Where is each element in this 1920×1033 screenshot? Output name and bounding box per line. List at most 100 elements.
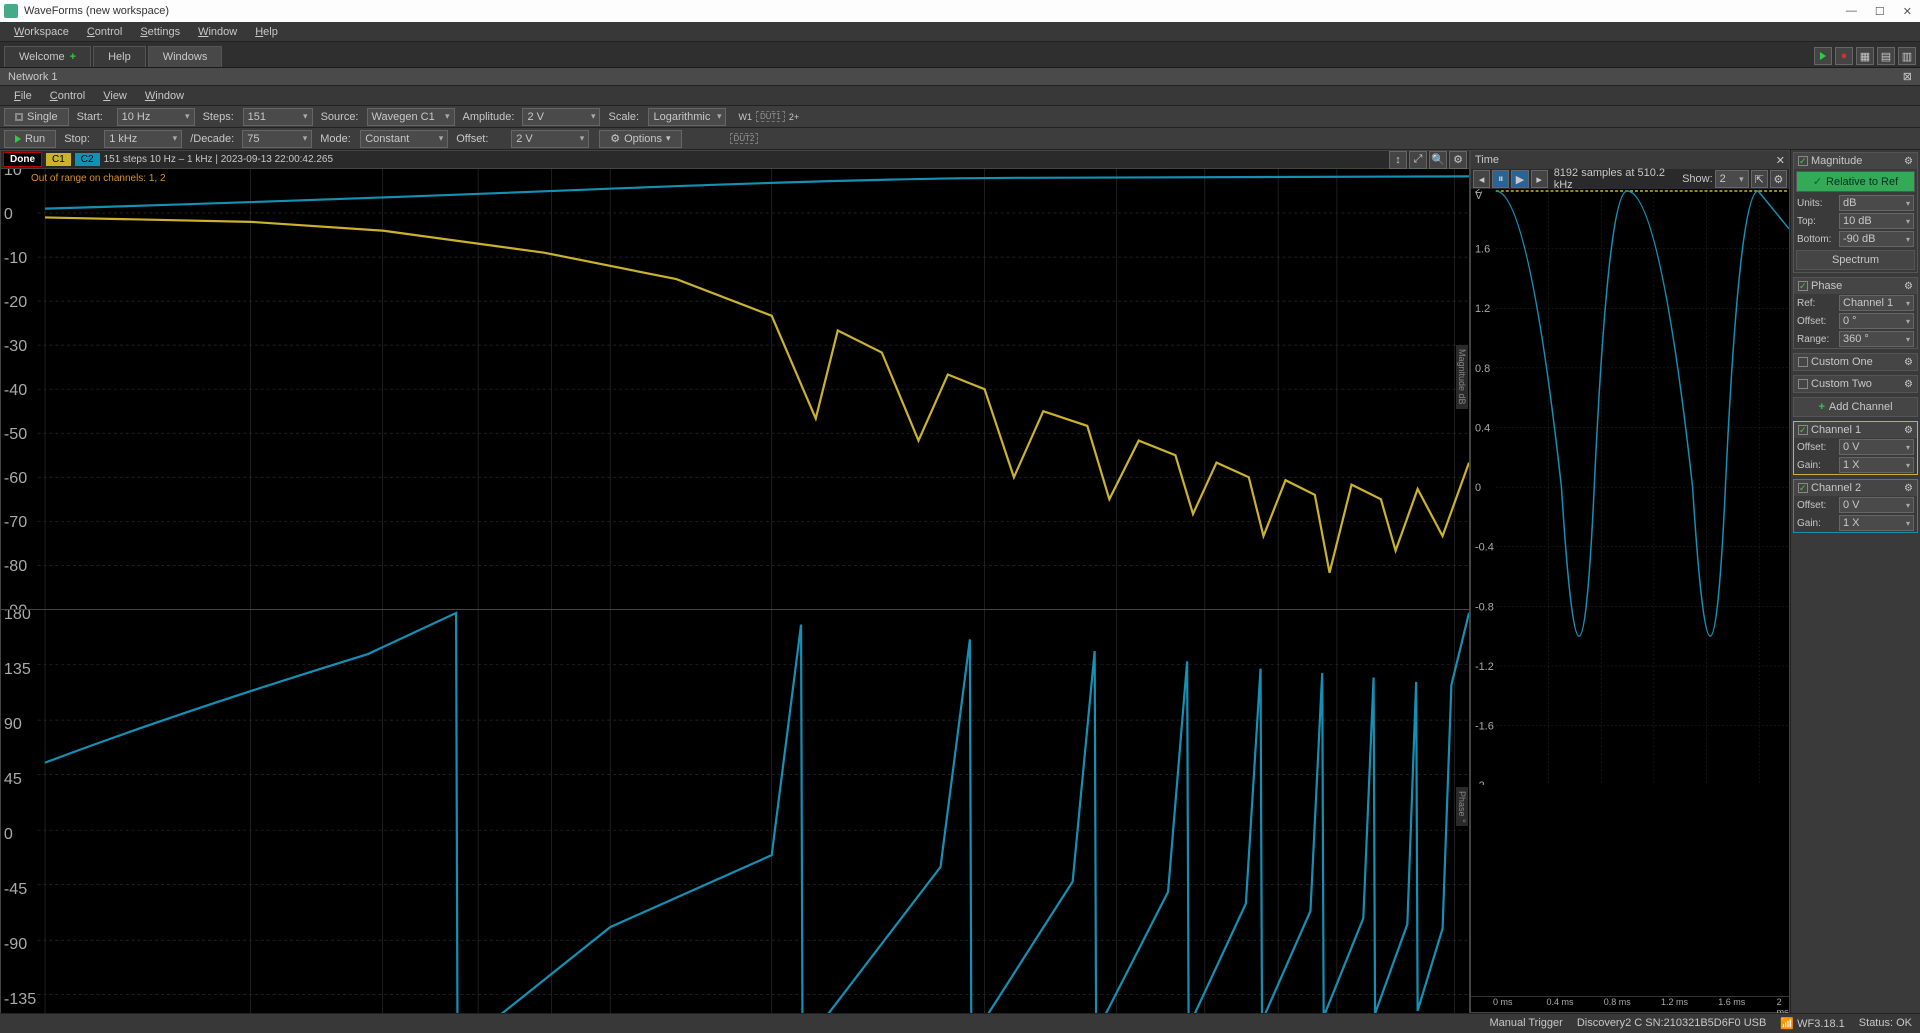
- single-button[interactable]: Single: [4, 108, 69, 126]
- phase-plot[interactable]: Phase ° 18013590450-45-90-135-180: [1, 610, 1469, 1013]
- tab-windows[interactable]: Windows: [148, 46, 223, 67]
- options-button[interactable]: ⚙Options▾: [599, 130, 681, 148]
- units-select[interactable]: dB: [1839, 195, 1914, 211]
- close-button[interactable]: ✕: [1903, 5, 1912, 18]
- submenu-file[interactable]: File: [6, 88, 40, 104]
- time-pause-button[interactable]: ⏸: [1492, 170, 1509, 188]
- amplitude-select[interactable]: 2 V: [522, 108, 600, 126]
- menu-control[interactable]: Control: [79, 24, 130, 40]
- ref-select[interactable]: Channel 1: [1839, 295, 1914, 311]
- stop-select[interactable]: 1 kHz: [104, 130, 182, 148]
- scale-select[interactable]: Logarithmic: [648, 108, 726, 126]
- tool-btn-1[interactable]: ▦: [1856, 47, 1874, 65]
- custom2-checkbox[interactable]: [1798, 379, 1808, 389]
- custom-one-section: Custom One⚙: [1793, 353, 1918, 371]
- stop-label: Stop:: [60, 133, 100, 145]
- time-close-icon[interactable]: ✕: [1776, 154, 1785, 167]
- gear-icon[interactable]: ⚙: [1904, 281, 1913, 292]
- time-prev-button[interactable]: ◂: [1473, 170, 1490, 188]
- mode-label: Mode:: [316, 133, 356, 145]
- spectrum-button[interactable]: Spectrum: [1796, 250, 1915, 270]
- source-label: Source:: [317, 111, 363, 123]
- gear-icon[interactable]: ⚙: [1904, 425, 1913, 436]
- time-export-icon[interactable]: ⇱: [1751, 170, 1768, 188]
- tab-bar: Welcome+ Help Windows ● ▦ ▤ ▥: [0, 42, 1920, 68]
- titlebar: WaveForms (new workspace) — ☐ ✕: [0, 0, 1920, 22]
- time-play-button[interactable]: ▶: [1511, 170, 1528, 188]
- magnitude-svg: 100-10-20-30-40-50-60-70-80-90: [1, 169, 1469, 609]
- submenu-view[interactable]: View: [95, 88, 135, 104]
- device-status[interactable]: Discovery2 C SN:210321B5D6F0 USB: [1577, 1017, 1767, 1030]
- dut2-icon[interactable]: DUT2: [730, 133, 759, 144]
- record-button[interactable]: ●: [1835, 47, 1853, 65]
- gear-icon[interactable]: ⚙: [1904, 379, 1913, 390]
- custom1-checkbox[interactable]: [1798, 357, 1808, 367]
- run-button[interactable]: Run: [4, 130, 56, 148]
- ch2-checkbox[interactable]: [1798, 483, 1808, 493]
- range-select[interactable]: 360 °: [1839, 331, 1914, 347]
- ch1-offset-select[interactable]: 0 V: [1839, 439, 1914, 455]
- steps-select[interactable]: 151: [243, 108, 313, 126]
- gear-icon[interactable]: ⚙: [1904, 483, 1913, 494]
- run-all-button[interactable]: [1814, 47, 1832, 65]
- tool-btn-3[interactable]: ▥: [1898, 47, 1916, 65]
- svg-text:-80: -80: [4, 557, 27, 575]
- c2-badge[interactable]: C2: [75, 153, 100, 166]
- main-menubar: Workspace Control Settings Window Help: [0, 22, 1920, 42]
- menu-workspace[interactable]: Workspace: [6, 24, 77, 40]
- menu-help[interactable]: Help: [247, 24, 286, 40]
- menu-window[interactable]: Window: [190, 24, 245, 40]
- minimize-button[interactable]: —: [1846, 5, 1857, 18]
- magnitude-plot[interactable]: Out of range on channels: 1, 2 Magnitude…: [1, 169, 1469, 610]
- submenu-window[interactable]: Window: [137, 88, 192, 104]
- source-select[interactable]: Wavegen C1: [367, 108, 455, 126]
- add-channel-button[interactable]: +Add Channel: [1793, 397, 1918, 417]
- ch1-gain-select[interactable]: 1 X: [1839, 457, 1914, 473]
- decade-select[interactable]: 75: [242, 130, 312, 148]
- time-show-select[interactable]: 2: [1715, 170, 1749, 188]
- tool-btn-2[interactable]: ▤: [1877, 47, 1895, 65]
- c1-badge[interactable]: C1: [46, 153, 71, 166]
- svg-text:-2: -2: [1475, 780, 1485, 785]
- gear-icon[interactable]: ⚙: [1904, 156, 1913, 167]
- bottom-select[interactable]: -90 dB: [1839, 231, 1914, 247]
- warning-text: Out of range on channels: 1, 2: [31, 173, 166, 184]
- magnitude-checkbox[interactable]: [1798, 156, 1808, 166]
- gear-icon[interactable]: ⚙: [1904, 357, 1913, 368]
- ch1-checkbox[interactable]: [1798, 425, 1808, 435]
- menu-settings[interactable]: Settings: [132, 24, 188, 40]
- svg-text:0.4: 0.4: [1475, 422, 1490, 434]
- start-select[interactable]: 10 Hz: [117, 108, 195, 126]
- svg-text:-1.2: -1.2: [1475, 661, 1494, 673]
- dut1-icon[interactable]: DUT1: [756, 111, 785, 122]
- phase-offset-select[interactable]: 0 °: [1839, 313, 1914, 329]
- top-select[interactable]: 10 dB: [1839, 213, 1914, 229]
- plot-settings-icon[interactable]: ⚙: [1449, 151, 1467, 169]
- svg-text:1.2: 1.2: [1475, 303, 1490, 315]
- tab-help[interactable]: Help: [93, 46, 146, 67]
- time-svg: V 21.61.20.80.40-0.4-0.8-1.2-1.6-2: [1471, 189, 1789, 785]
- channel-1-section: Channel 1⚙ Offset:0 V Gain:1 X: [1793, 421, 1918, 475]
- offset-select[interactable]: 2 V: [511, 130, 589, 148]
- ch2-gain-select[interactable]: 1 X: [1839, 515, 1914, 531]
- phase-checkbox[interactable]: [1798, 281, 1808, 291]
- trigger-status[interactable]: Manual Trigger: [1489, 1017, 1562, 1030]
- submenu-control[interactable]: Control: [42, 88, 93, 104]
- time-next-button[interactable]: ▸: [1531, 170, 1548, 188]
- subwindow-close-icon[interactable]: ⊠: [1903, 70, 1912, 83]
- mode-select[interactable]: Constant: [360, 130, 448, 148]
- zoom-icon[interactable]: 🔍: [1429, 151, 1447, 169]
- svg-text:-0.4: -0.4: [1475, 542, 1494, 554]
- plot-tool-1[interactable]: ↕: [1389, 151, 1407, 169]
- w1-label: W1: [738, 112, 752, 122]
- tab-welcome[interactable]: Welcome+: [4, 46, 91, 67]
- maximize-button[interactable]: ☐: [1875, 5, 1885, 18]
- time-plot[interactable]: V 21.61.20.80.40-0.4-0.8-1.2-1.6-2: [1471, 189, 1789, 996]
- toolbar-right: ● ▦ ▤ ▥: [1814, 47, 1916, 67]
- ch2-offset-select[interactable]: 0 V: [1839, 497, 1914, 513]
- window-title: WaveForms (new workspace): [24, 5, 1846, 17]
- relative-to-ref-button[interactable]: ✓Relative to Ref: [1796, 171, 1915, 192]
- time-settings-icon[interactable]: ⚙: [1770, 170, 1787, 188]
- plot-tool-2[interactable]: ⤢: [1409, 151, 1427, 169]
- phase-svg: 18013590450-45-90-135-180: [1, 610, 1469, 1013]
